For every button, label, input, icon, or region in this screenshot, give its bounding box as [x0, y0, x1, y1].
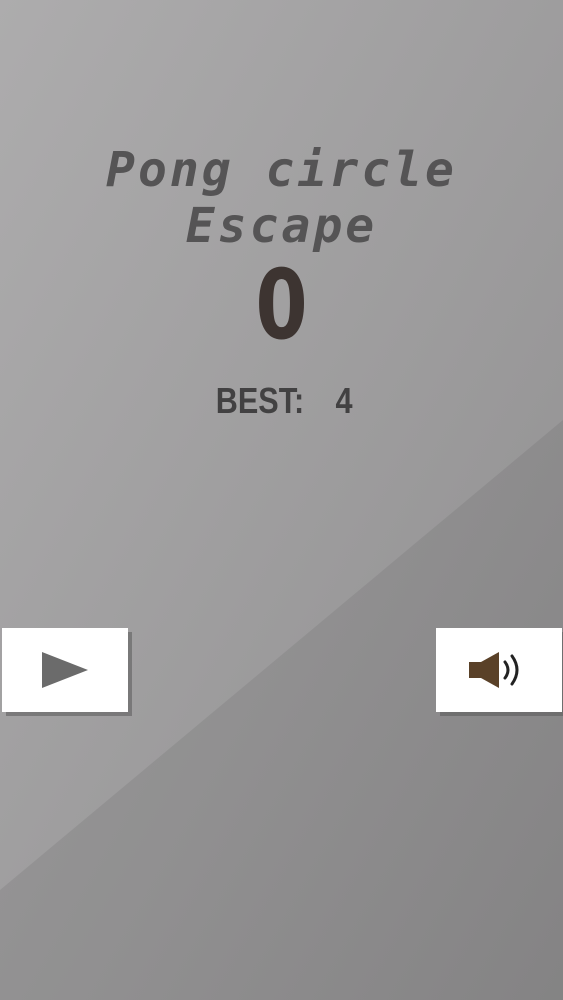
play-icon [42, 652, 88, 688]
current-score: 0 [255, 249, 308, 361]
play-button[interactable] [2, 628, 128, 712]
best-score-label: BEST: [216, 380, 305, 421]
speaker-icon [469, 652, 519, 688]
game-title-line2: Escape [185, 198, 378, 254]
sound-toggle-button[interactable] [436, 628, 562, 712]
best-score: BEST: 4 [0, 380, 563, 422]
best-score-value: 4 [335, 380, 354, 421]
game-title-line1: Pong circle [106, 142, 457, 198]
